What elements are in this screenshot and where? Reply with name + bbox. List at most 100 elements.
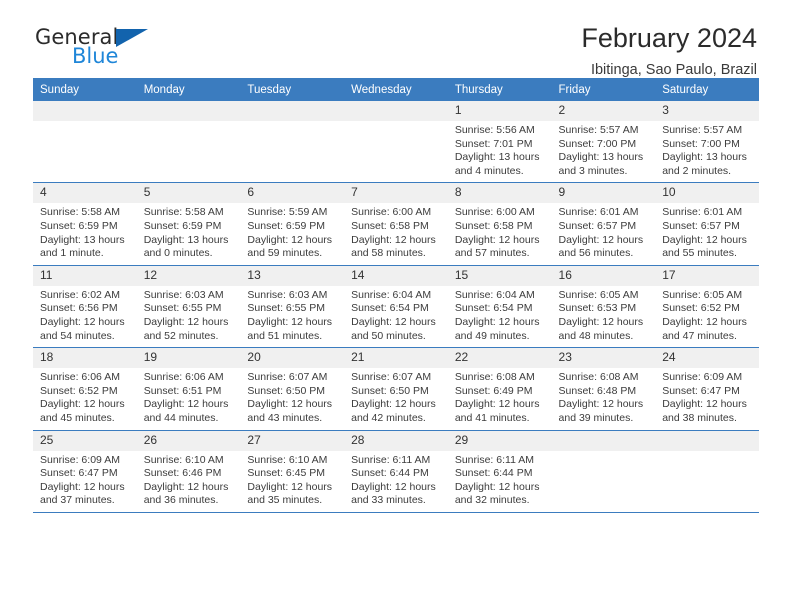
day-number: 19 xyxy=(136,348,241,369)
day-number: 3 xyxy=(655,101,759,121)
calendar-day-cell[interactable]: 11 Sunrise: 6:02 AM Sunset: 6:56 PM Dayligh… xyxy=(33,265,137,349)
calendar-day-cell[interactable]: 19 Sunrise: 6:06 AM Sunset: 6:51 PM Dayligh… xyxy=(136,347,241,431)
daylight-text: Daylight: 12 hours and 35 minutes. xyxy=(247,480,333,507)
calendar-day-cell[interactable]: 22 Sunrise: 6:08 AM Sunset: 6:49 PM Dayligh… xyxy=(447,347,552,431)
calendar-day-cell[interactable]: 27 Sunrise: 6:10 AM Sunset: 6:45 PM Dayligh… xyxy=(240,430,345,513)
brand-logo[interactable]: General Blue xyxy=(35,26,205,74)
weekday-header-monday: Monday xyxy=(136,78,241,101)
sunset-text: Sunset: 7:00 PM xyxy=(558,137,637,150)
sunrise-text: Sunrise: 6:03 AM xyxy=(247,288,328,301)
day-sun-info: Sunrise: 5:57 AM Sunset: 7:00 PM Daylight:… xyxy=(552,121,656,182)
daylight-text: Daylight: 12 hours and 56 minutes. xyxy=(558,233,644,260)
sunset-text: Sunset: 6:45 PM xyxy=(247,467,326,480)
sunrise-text: Sunrise: 6:09 AM xyxy=(662,371,743,384)
weekday-header-saturday: Saturday xyxy=(655,78,759,101)
daylight-text: Daylight: 12 hours and 36 minutes. xyxy=(143,480,229,507)
day-number: 28 xyxy=(344,430,448,451)
day-sun-info: Sunrise: 6:08 AM Sunset: 6:49 PM Daylight:… xyxy=(448,368,552,429)
day-sun-info: Sunrise: 6:06 AM Sunset: 6:52 PM Daylight:… xyxy=(33,368,137,429)
day-number xyxy=(551,430,656,451)
weekday-header-tuesday: Tuesday xyxy=(240,78,345,101)
calendar-day-cell[interactable]: 1 Sunrise: 5:56 AM Sunset: 7:01 PM Daylight… xyxy=(447,101,552,184)
day-number: 5 xyxy=(136,183,241,204)
calendar-day-cell[interactable]: 28 Sunrise: 6:11 AM Sunset: 6:44 PM Dayligh… xyxy=(344,430,448,513)
day-number xyxy=(136,101,241,121)
calendar-day-cell[interactable]: 9 Sunrise: 6:01 AM Sunset: 6:57 PM Daylight… xyxy=(551,182,656,266)
day-sun-info: Sunrise: 6:01 AM Sunset: 6:57 PM Daylight:… xyxy=(552,203,656,264)
sunrise-text: Sunrise: 5:57 AM xyxy=(558,124,639,136)
sunrise-text: Sunrise: 6:08 AM xyxy=(454,371,535,384)
calendar-day-cell[interactable]: 29 Sunrise: 6:11 AM Sunset: 6:44 PM Dayligh… xyxy=(447,430,552,513)
daylight-text: Daylight: 13 hours and 1 minute. xyxy=(40,233,125,260)
sunrise-text: Sunrise: 6:00 AM xyxy=(454,206,535,219)
day-number: 6 xyxy=(240,183,345,204)
day-number xyxy=(655,430,759,451)
sunrise-text: Sunrise: 6:05 AM xyxy=(558,288,639,301)
day-sun-info: Sunrise: 6:08 AM Sunset: 6:48 PM Daylight:… xyxy=(552,368,656,429)
calendar-day-cell[interactable]: 3 Sunrise: 5:57 AM Sunset: 7:00 PM Daylight… xyxy=(655,101,759,184)
sunset-text: Sunset: 6:54 PM xyxy=(454,302,533,315)
sunrise-text: Sunrise: 6:00 AM xyxy=(351,206,432,219)
day-number: 17 xyxy=(655,265,759,286)
calendar-day-cell[interactable]: 12 Sunrise: 6:03 AM Sunset: 6:55 PM Dayligh… xyxy=(136,265,241,349)
calendar-day-cell[interactable]: 2 Sunrise: 5:57 AM Sunset: 7:00 PM Daylight… xyxy=(551,101,656,184)
sunrise-text: Sunrise: 5:56 AM xyxy=(454,124,535,136)
sunset-text: Sunset: 6:47 PM xyxy=(662,384,740,397)
day-number: 9 xyxy=(551,183,656,204)
day-sun-info: Sunrise: 5:57 AM Sunset: 7:00 PM Daylight:… xyxy=(655,121,759,182)
calendar-day-cell[interactable]: 8 Sunrise: 6:00 AM Sunset: 6:58 PM Daylight… xyxy=(447,182,552,266)
brand-name-blue: Blue xyxy=(72,44,119,68)
calendar-day-cell[interactable]: 7 Sunrise: 6:00 AM Sunset: 6:58 PM Daylight… xyxy=(344,182,448,266)
sunset-text: Sunset: 6:50 PM xyxy=(351,384,429,397)
calendar-day-cell[interactable]: 10 Sunrise: 6:01 AM Sunset: 6:57 PM Dayligh… xyxy=(655,182,759,266)
sunrise-text: Sunrise: 6:02 AM xyxy=(40,288,120,301)
daylight-text: Daylight: 12 hours and 45 minutes. xyxy=(40,398,125,424)
daylight-text: Daylight: 13 hours and 2 minutes. xyxy=(662,151,747,177)
day-sun-info: Sunrise: 6:05 AM Sunset: 6:53 PM Daylight:… xyxy=(552,286,656,347)
sunrise-text: Sunrise: 6:04 AM xyxy=(454,288,535,301)
sunset-text: Sunset: 6:53 PM xyxy=(558,302,637,315)
calendar-day-cell[interactable]: 16 Sunrise: 6:05 AM Sunset: 6:53 PM Dayligh… xyxy=(551,265,656,349)
day-number: 4 xyxy=(33,183,137,204)
day-number: 14 xyxy=(344,265,448,286)
sunset-text: Sunset: 6:48 PM xyxy=(558,384,637,397)
calendar-empty-cell xyxy=(551,430,656,513)
sunrise-text: Sunrise: 6:04 AM xyxy=(351,288,432,301)
calendar-day-cell[interactable]: 13 Sunrise: 6:03 AM Sunset: 6:55 PM Dayligh… xyxy=(240,265,345,349)
calendar-day-cell[interactable]: 20 Sunrise: 6:07 AM Sunset: 6:50 PM Dayligh… xyxy=(240,347,345,431)
calendar-day-cell[interactable]: 23 Sunrise: 6:08 AM Sunset: 6:48 PM Dayligh… xyxy=(551,347,656,431)
day-sun-info: Sunrise: 6:02 AM Sunset: 6:56 PM Daylight:… xyxy=(33,286,137,347)
day-number: 29 xyxy=(447,430,552,451)
day-sun-info: Sunrise: 6:04 AM Sunset: 6:54 PM Daylight:… xyxy=(344,286,448,347)
day-number: 16 xyxy=(551,265,656,286)
day-sun-info: Sunrise: 5:58 AM Sunset: 6:59 PM Daylight:… xyxy=(137,203,241,264)
daylight-text: Daylight: 12 hours and 49 minutes. xyxy=(454,315,540,342)
calendar-day-cell[interactable]: 25 Sunrise: 6:09 AM Sunset: 6:47 PM Dayligh… xyxy=(33,430,137,513)
sunset-text: Sunset: 6:55 PM xyxy=(247,302,326,315)
day-number: 13 xyxy=(240,265,345,286)
day-number: 18 xyxy=(33,348,137,369)
day-number: 22 xyxy=(447,348,552,369)
calendar-day-cell[interactable]: 6 Sunrise: 5:59 AM Sunset: 6:59 PM Daylight… xyxy=(240,182,345,266)
sunrise-text: Sunrise: 6:01 AM xyxy=(558,206,639,219)
calendar-day-cell[interactable]: 24 Sunrise: 6:09 AM Sunset: 6:47 PM Dayligh… xyxy=(655,347,759,431)
calendar-day-cell[interactable]: 21 Sunrise: 6:07 AM Sunset: 6:50 PM Dayligh… xyxy=(344,347,448,431)
day-sun-info: Sunrise: 6:11 AM Sunset: 6:44 PM Daylight:… xyxy=(344,451,448,512)
calendar-day-cell[interactable]: 18 Sunrise: 6:06 AM Sunset: 6:52 PM Dayligh… xyxy=(33,347,137,431)
day-sun-info: Sunrise: 5:56 AM Sunset: 7:01 PM Daylight:… xyxy=(448,121,552,182)
calendar-day-cell[interactable]: 4 Sunrise: 5:58 AM Sunset: 6:59 PM Daylight… xyxy=(33,182,137,266)
calendar-day-cell[interactable]: 15 Sunrise: 6:04 AM Sunset: 6:54 PM Dayligh… xyxy=(447,265,552,349)
page-header: General Blue February 2024 Ibitinga, Sao… xyxy=(33,0,759,78)
calendar-day-cell[interactable]: 17 Sunrise: 6:05 AM Sunset: 6:52 PM Dayligh… xyxy=(655,265,759,349)
calendar-day-cell[interactable]: 14 Sunrise: 6:04 AM Sunset: 6:54 PM Dayligh… xyxy=(344,265,448,349)
calendar-empty-cell xyxy=(655,430,759,513)
daylight-text: Daylight: 12 hours and 39 minutes. xyxy=(558,398,644,424)
day-number: 20 xyxy=(240,348,345,369)
sunset-text: Sunset: 6:52 PM xyxy=(40,384,118,397)
day-number xyxy=(344,101,448,121)
sunset-text: Sunset: 6:59 PM xyxy=(143,219,222,232)
calendar-day-cell[interactable]: 5 Sunrise: 5:58 AM Sunset: 6:59 PM Daylight… xyxy=(136,182,241,266)
sunset-text: Sunset: 6:46 PM xyxy=(143,467,222,480)
calendar-day-cell[interactable]: 26 Sunrise: 6:10 AM Sunset: 6:46 PM Dayligh… xyxy=(136,430,241,513)
daylight-text: Daylight: 12 hours and 47 minutes. xyxy=(662,315,747,342)
